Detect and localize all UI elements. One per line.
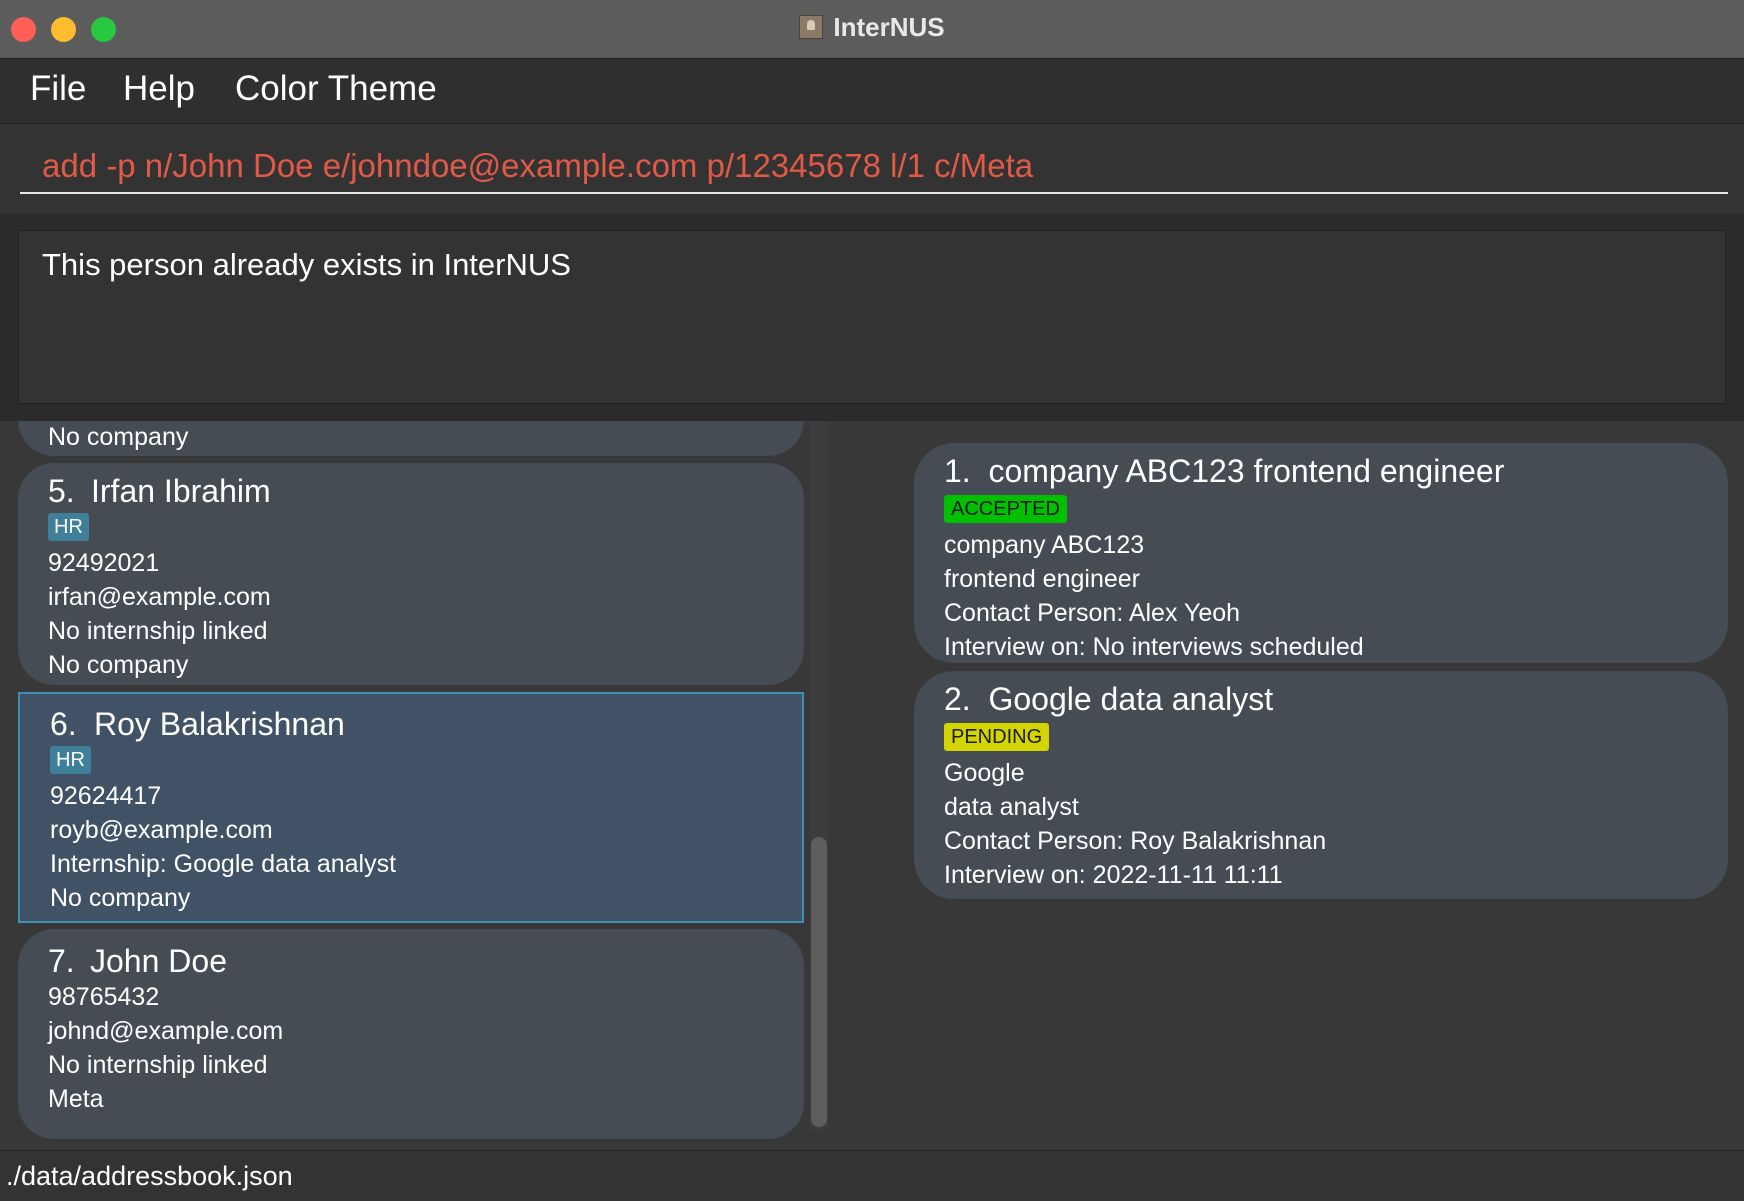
- status-badge: PENDING: [944, 723, 1050, 751]
- lists-panel: No company 5. Irfan Ibrahim HR 92492021 …: [0, 418, 1744, 1153]
- scrollbar-thumb[interactable]: [811, 837, 827, 1127]
- person-email: royb@example.com: [50, 816, 273, 844]
- internship-interview: Interview on: 2022-11-11 11:11: [944, 861, 1283, 889]
- person-phone: 92492021: [48, 549, 160, 577]
- person-card-selected[interactable]: 6. Roy Balakrishnan HR 92624417 royb@exa…: [18, 692, 804, 923]
- person-email: johnd@example.com: [48, 1017, 284, 1045]
- menu-file[interactable]: File: [30, 69, 86, 109]
- title-bar: InterNUS: [0, 0, 1744, 59]
- internship-title: 1. company ABC123 frontend engineer: [944, 453, 1504, 490]
- internship-index: 2.: [944, 681, 971, 717]
- person-internship: No internship linked: [48, 617, 268, 645]
- person-company: No company: [48, 423, 189, 451]
- person-name: John Doe: [90, 943, 227, 979]
- person-name: Irfan Ibrahim: [91, 473, 271, 509]
- internship-index: 1.: [944, 453, 971, 489]
- window-title: InterNUS: [833, 12, 945, 42]
- person-email: irfan@example.com: [48, 583, 271, 611]
- person-phone: 98765432: [48, 983, 160, 1011]
- menu-help[interactable]: Help: [123, 69, 195, 109]
- app-icon: [799, 15, 824, 39]
- internship-interview: Interview on: No interviews scheduled: [944, 633, 1364, 661]
- person-company: No company: [50, 884, 191, 912]
- window-title-group: InterNUS: [0, 12, 1744, 43]
- internship-role: data analyst: [944, 793, 1079, 821]
- person-index: 5.: [48, 473, 75, 509]
- person-name: Roy Balakrishnan: [94, 706, 345, 742]
- person-tag: HR: [50, 746, 91, 774]
- internship-card[interactable]: 2. Google data analyst PENDING Google da…: [914, 671, 1728, 899]
- person-list-scrollbar[interactable]: [810, 421, 828, 1131]
- person-internship: No internship linked: [48, 1051, 268, 1079]
- save-file-path: ./data/addressbook.json: [6, 1161, 293, 1191]
- menu-color-theme[interactable]: Color Theme: [235, 69, 437, 109]
- internship-contact: Contact Person: Alex Yeoh: [944, 599, 1241, 627]
- person-index: 7.: [48, 943, 75, 979]
- person-tag: HR: [48, 513, 89, 541]
- status-bar: ./data/addressbook.json: [0, 1150, 1744, 1201]
- person-phone: 92624417: [50, 782, 162, 810]
- result-message: This person already exists in InterNUS: [42, 247, 571, 282]
- status-badge: ACCEPTED: [944, 495, 1067, 523]
- internship-role: frontend engineer: [944, 565, 1140, 593]
- command-input[interactable]: [20, 140, 1728, 194]
- internship-title: 2. Google data analyst: [944, 681, 1273, 718]
- person-index: 6.: [50, 706, 77, 742]
- internship-title-text: company ABC123 frontend engineer: [988, 453, 1505, 489]
- result-display: This person already exists in InterNUS: [18, 230, 1726, 404]
- person-card[interactable]: 5. Irfan Ibrahim HR 92492021 irfan@examp…: [18, 463, 804, 685]
- internship-company: company ABC123: [944, 531, 1145, 559]
- person-internship: Internship: Google data analyst: [50, 850, 397, 878]
- internship-company: Google: [944, 759, 1025, 787]
- menu-bar: File Help Color Theme: [0, 59, 1744, 124]
- person-list[interactable]: No company 5. Irfan Ibrahim HR 92492021 …: [18, 421, 804, 1153]
- person-company: Meta: [48, 1085, 104, 1113]
- internship-card[interactable]: 1. company ABC123 frontend engineer ACCE…: [914, 443, 1728, 663]
- person-card[interactable]: 7. John Doe 98765432 johnd@example.com N…: [18, 929, 804, 1139]
- person-company: No company: [48, 651, 189, 679]
- internship-contact: Contact Person: Roy Balakrishnan: [944, 827, 1327, 855]
- command-box: [0, 124, 1744, 214]
- internship-title-text: Google data analyst: [988, 681, 1274, 717]
- person-card-partial[interactable]: No company: [18, 421, 804, 456]
